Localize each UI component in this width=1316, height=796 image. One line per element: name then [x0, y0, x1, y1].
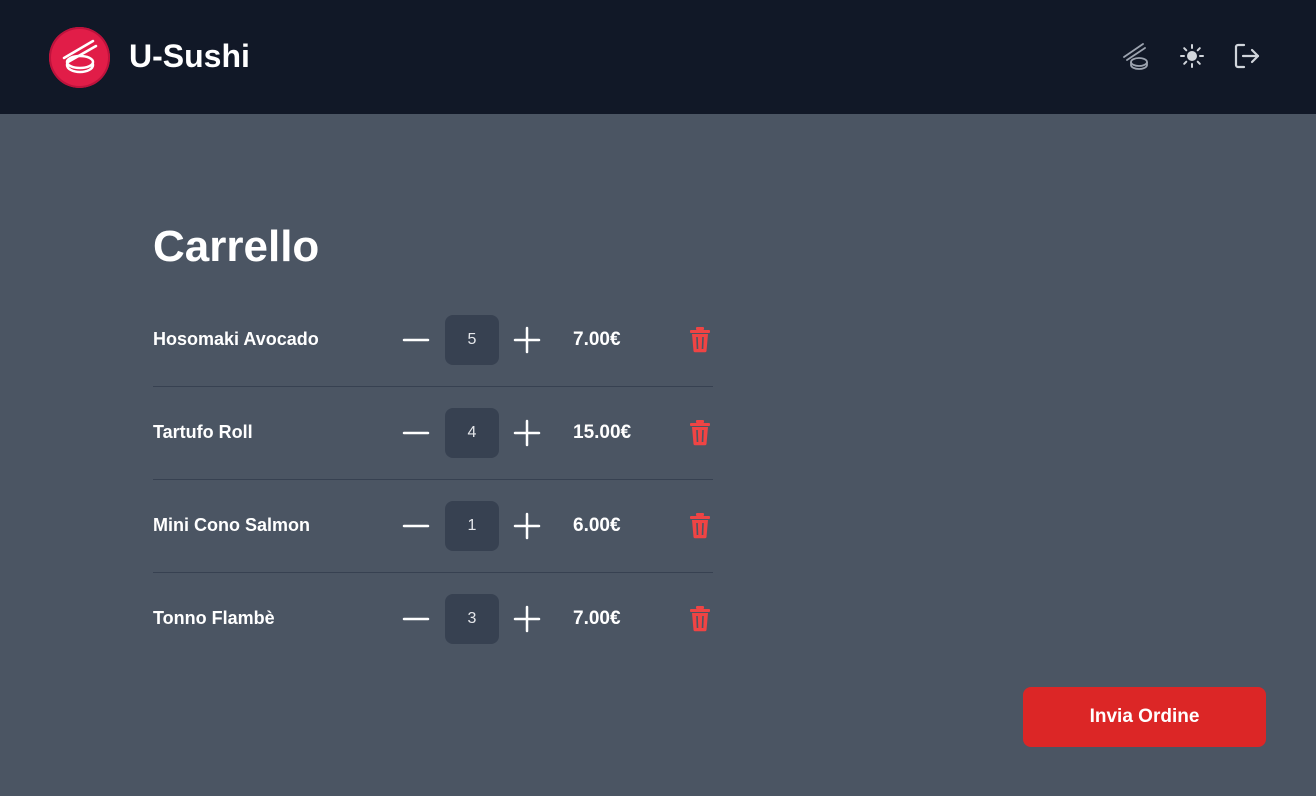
minus-icon — [402, 338, 430, 342]
increase-quantity-button[interactable] — [512, 418, 542, 448]
increase-quantity-button[interactable] — [512, 604, 542, 634]
quantity-field[interactable]: 3 — [445, 594, 499, 644]
plus-icon — [513, 605, 541, 633]
item-price: 15.00€ — [573, 422, 632, 443]
decrease-quantity-button[interactable] — [401, 325, 431, 355]
plus-icon — [513, 512, 541, 540]
delete-item-button[interactable] — [685, 324, 715, 354]
trash-icon — [690, 327, 710, 353]
theme-sun-icon[interactable] — [1177, 41, 1207, 71]
item-name: Hosomaki Avocado — [153, 329, 319, 349]
logout-icon[interactable] — [1232, 41, 1262, 71]
top-navbar: U-Sushi — [0, 0, 1316, 114]
menu-chopsticks-icon[interactable] — [1121, 41, 1151, 71]
delete-item-button[interactable] — [685, 510, 715, 540]
brand-name[interactable]: U-Sushi — [129, 38, 250, 75]
cart-row: Tonno Flambè 3 7.00€ — [153, 573, 713, 666]
delete-item-button[interactable] — [685, 603, 715, 633]
quantity-field[interactable]: 4 — [445, 408, 499, 458]
minus-icon — [402, 524, 430, 528]
cart-row: Hosomaki Avocado 5 7.00€ — [153, 294, 713, 387]
increase-quantity-button[interactable] — [512, 325, 542, 355]
trash-icon — [690, 420, 710, 446]
item-name: Tonno Flambè — [153, 608, 275, 628]
quantity-field[interactable]: 5 — [445, 315, 499, 365]
item-price: 7.00€ — [573, 329, 621, 350]
decrease-quantity-button[interactable] — [401, 604, 431, 634]
delete-item-button[interactable] — [685, 417, 715, 447]
cart-row: Tartufo Roll 4 15.00€ — [153, 387, 713, 480]
cart-row: Mini Cono Salmon 1 6.00€ — [153, 480, 713, 573]
minus-icon — [402, 617, 430, 621]
plus-icon — [513, 419, 541, 447]
decrease-quantity-button[interactable] — [401, 511, 431, 541]
sushi-logo-icon[interactable] — [49, 27, 110, 88]
item-name: Mini Cono Salmon — [153, 515, 310, 535]
item-name: Tartufo Roll — [153, 422, 253, 442]
plus-icon — [513, 326, 541, 354]
trash-icon — [690, 513, 710, 539]
page-title: Carrello — [153, 222, 320, 271]
send-order-button[interactable]: Invia Ordine — [1023, 687, 1266, 747]
minus-icon — [402, 431, 430, 435]
quantity-field[interactable]: 1 — [445, 501, 499, 551]
increase-quantity-button[interactable] — [512, 511, 542, 541]
trash-icon — [690, 606, 710, 632]
item-price: 6.00€ — [573, 515, 621, 536]
decrease-quantity-button[interactable] — [401, 418, 431, 448]
item-price: 7.00€ — [573, 608, 621, 629]
cart-list: Hosomaki Avocado 5 7.00€ Tartufo Roll 4 … — [153, 294, 713, 666]
